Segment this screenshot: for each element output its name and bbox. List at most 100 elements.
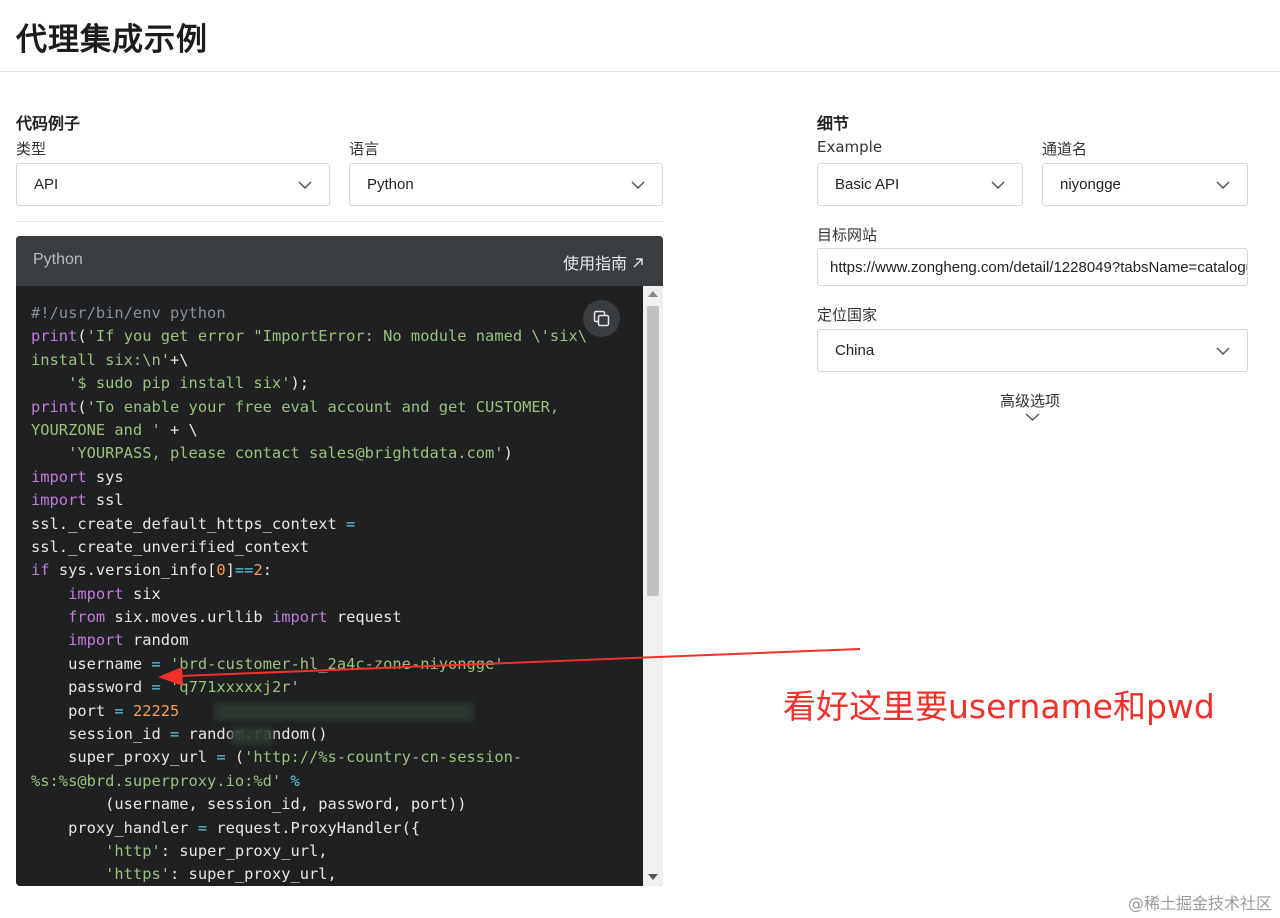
code-line: 'http': super_proxy_url, <box>31 840 596 863</box>
country-select[interactable]: China <box>817 329 1248 372</box>
target-site-label: 目标网站 <box>817 226 878 244</box>
code-line: 'YOURPASS, please contact sales@brightda… <box>31 442 596 465</box>
page-title: 代理集成示例 <box>16 22 208 58</box>
code-token: 'http' <box>105 841 161 860</box>
type-select[interactable]: API <box>16 163 330 206</box>
scroll-up-arrow-icon[interactable] <box>648 291 658 297</box>
usage-guide-label: 使用指南 <box>562 254 627 273</box>
usage-guide-link[interactable]: 使用指南 <box>563 250 645 274</box>
code-token: import <box>271 608 328 627</box>
code-token: = <box>151 678 161 697</box>
code-line: (username, session_id, password, port)) <box>31 793 596 816</box>
chevron-down-icon <box>991 181 1005 190</box>
code-token: request <box>327 608 402 627</box>
scroll-down-arrow-icon[interactable] <box>648 874 658 880</box>
code-line: password = 'q771xxxxxj2r' <box>31 676 596 699</box>
code-token: '$ sudo pip install six' <box>68 374 291 393</box>
code-token: = <box>151 654 161 673</box>
code-line: session_id = random.random() <box>31 723 596 746</box>
code-token: % <box>290 771 300 790</box>
target-site-input[interactable]: https://www.zongheng.com/detail/1228049?… <box>817 248 1248 286</box>
copy-icon <box>593 310 610 327</box>
target-site-value: https://www.zongheng.com/detail/1228049?… <box>830 259 1248 276</box>
code-token: 'If you get error "ImportError: No modul… <box>86 327 597 346</box>
code-token: + \ <box>170 420 198 439</box>
code-line: proxy_handler = request.ProxyHandler({ <box>31 817 596 840</box>
code-line: print('To enable your free eval account … <box>31 396 596 419</box>
code-token: sys <box>86 467 124 486</box>
code-token: ( <box>77 397 87 416</box>
code-line: install six:\n'+\ <box>31 349 596 372</box>
code-token: ssl <box>86 491 124 510</box>
code-token: 'q771xxxxxj2r' <box>170 678 300 697</box>
code-token: = <box>170 725 180 744</box>
language-select[interactable]: Python <box>349 163 663 206</box>
code-line: import random <box>31 629 596 652</box>
code-line: #!/usr/bin/env python <box>31 302 596 325</box>
example-select[interactable]: Basic API <box>817 163 1023 206</box>
details-section-title: 细节 <box>817 114 850 133</box>
code-line: import sys <box>31 466 596 489</box>
code-line: if sys.version_info[0]==2: <box>31 559 596 582</box>
code-token: install six:\n' <box>31 350 170 369</box>
code-token: ( <box>225 748 245 767</box>
code-token: print <box>31 397 78 416</box>
chevron-down-icon <box>1216 181 1230 190</box>
code-token: 'https' <box>105 865 171 884</box>
code-token: ) <box>503 444 513 463</box>
code-token: = <box>197 818 208 837</box>
code-token: password <box>31 678 152 697</box>
code-token: from <box>68 608 106 627</box>
code-token: import <box>31 467 87 486</box>
example-select-value: Basic API <box>835 176 900 193</box>
code-token: 'YOURPASS, please contact sales@brightda… <box>68 444 504 463</box>
code-token: 2 <box>253 561 263 580</box>
code-token: session_id <box>31 725 170 744</box>
code-token: import <box>68 584 124 603</box>
chevron-down-icon[interactable] <box>1025 412 1040 422</box>
code-token: ssl._create_unverified_context <box>31 537 309 556</box>
code-line: ssl._create_default_https_context = <box>31 513 596 536</box>
code-token: if <box>31 561 50 580</box>
scroll-thumb[interactable] <box>647 306 659 596</box>
code-token: 'brd-customer-hl_2a4c-zone-niyongge' <box>170 654 504 673</box>
country-label: 定位国家 <box>817 306 878 324</box>
code-token: ssl._create_default_https_context <box>31 514 347 533</box>
code-token: = <box>114 701 124 720</box>
copy-button[interactable] <box>583 300 620 337</box>
code-scrollbar[interactable] <box>643 286 663 886</box>
code-language-label: Python <box>33 251 83 268</box>
code-token: ( <box>77 327 87 346</box>
channel-select[interactable]: niyongge <box>1042 163 1248 206</box>
code-token: import <box>31 491 87 510</box>
code-token: == <box>234 561 254 580</box>
code-line: '$ sudo pip install six'); <box>31 372 596 395</box>
code-example-section-title: 代码例子 <box>16 114 81 133</box>
channel-label: 通道名 <box>1042 140 1088 158</box>
code-line: ssl._create_unverified_context <box>31 536 596 559</box>
code-token: #!/usr/bin/env python <box>31 304 226 322</box>
redaction-blur <box>231 727 273 745</box>
page-header: 代理集成示例 <box>0 0 1280 72</box>
code-token: (username, session_id, password, port)) <box>31 795 467 814</box>
code-body[interactable]: #!/usr/bin/env python print('If you get e… <box>16 286 643 886</box>
code-token: 22225 <box>132 701 180 720</box>
code-token: port <box>31 701 115 720</box>
code-line: super_proxy_url = ('http://%s-country-cn… <box>31 746 596 769</box>
code-token: = <box>346 514 356 533</box>
advanced-options-toggle[interactable]: 高级选项 <box>1000 390 1060 411</box>
code-token: : super_proxy_url, <box>170 865 337 884</box>
code-token: YOURZONE and ' <box>31 420 170 439</box>
code-token: super_proxy_url <box>31 748 217 767</box>
code-token: +\ <box>170 350 189 369</box>
code-token: : <box>262 561 273 580</box>
chevron-down-icon <box>631 181 645 190</box>
